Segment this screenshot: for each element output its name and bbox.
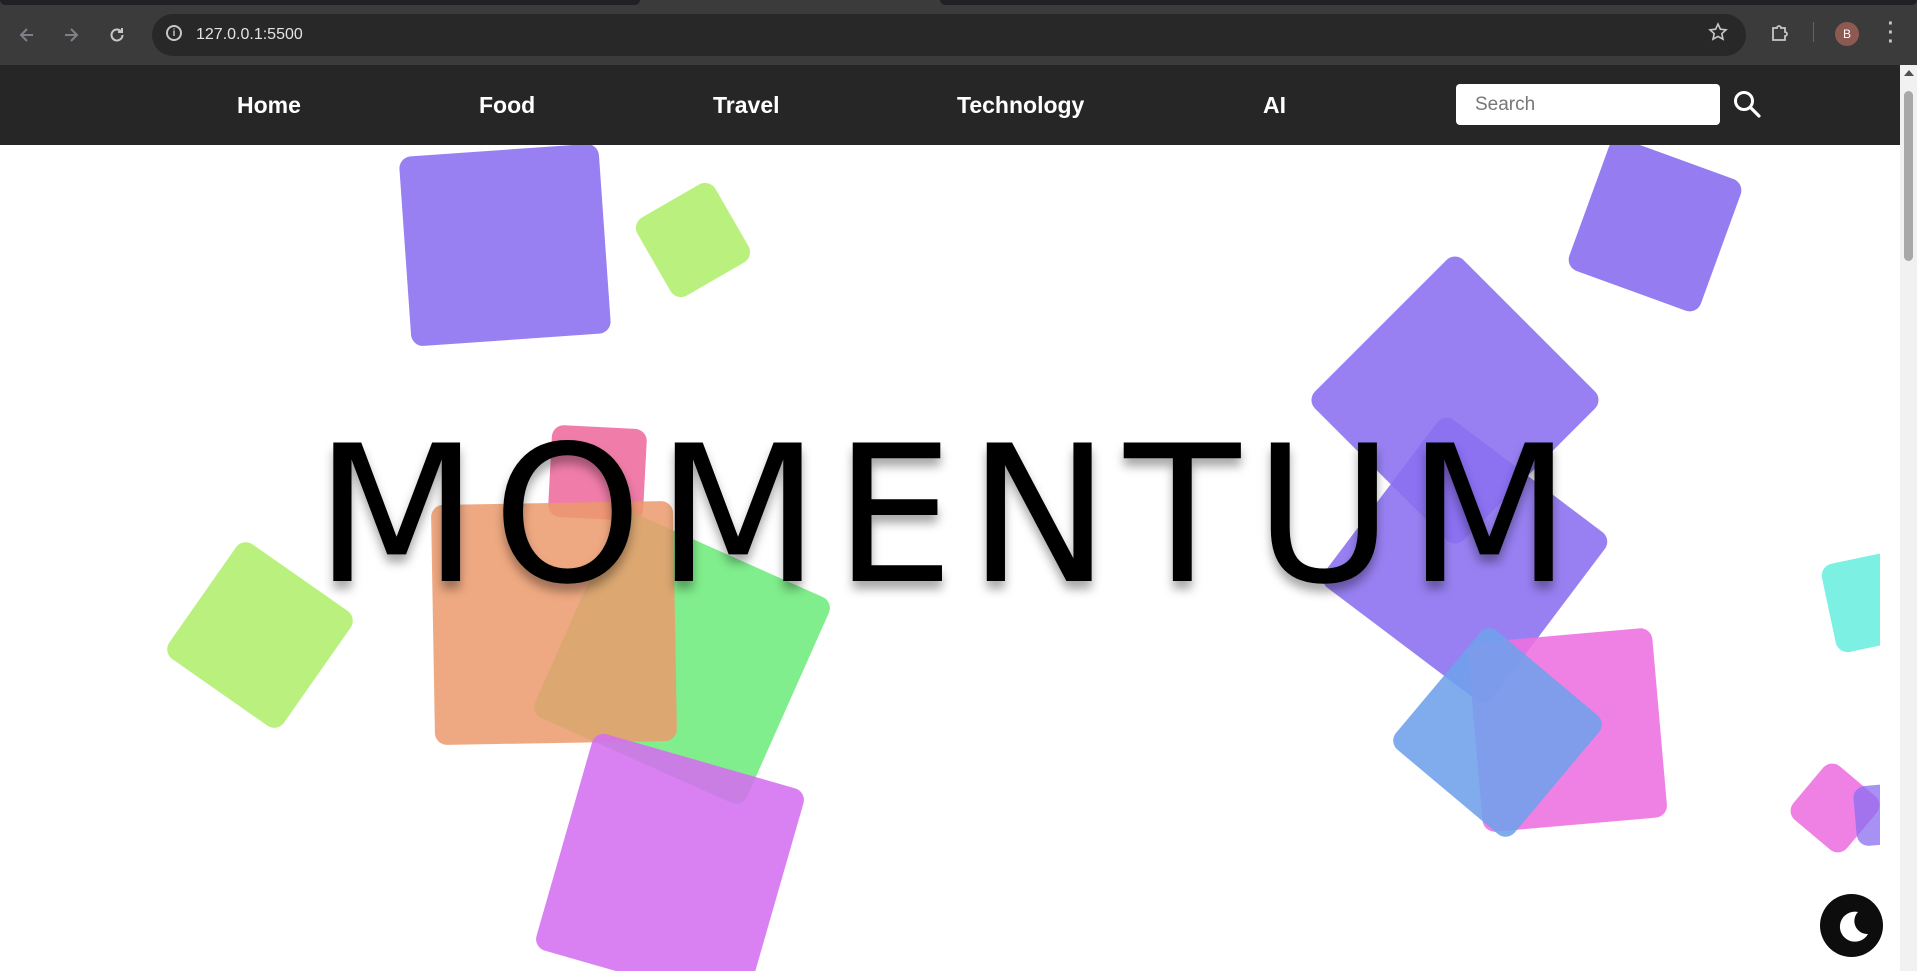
nav-link-technology[interactable]: Technology <box>957 92 1084 119</box>
puzzle-icon[interactable] <box>1769 22 1791 50</box>
nav-link-home[interactable]: Home <box>237 92 301 119</box>
star-icon[interactable] <box>1708 22 1728 48</box>
scroll-thumb[interactable] <box>1904 91 1913 261</box>
decorative-square <box>1852 783 1880 847</box>
decorative-square <box>398 145 612 347</box>
decorative-square <box>1819 549 1880 655</box>
reload-icon[interactable] <box>104 22 130 48</box>
decorative-square <box>533 731 807 971</box>
decorative-square <box>1565 145 1745 315</box>
page-scrollbar[interactable] <box>1900 65 1917 971</box>
browser-toolbar: i 127.0.0.1:5500 <box>0 12 1917 58</box>
tab-strip-edge <box>0 0 640 5</box>
nav-link-travel[interactable]: Travel <box>713 92 780 119</box>
nav-link-food[interactable]: Food <box>479 92 535 119</box>
search-input[interactable] <box>1456 84 1720 125</box>
moon-icon <box>1839 911 1868 942</box>
dark-mode-toggle[interactable] <box>1820 894 1883 957</box>
decorative-square <box>631 178 755 302</box>
browser-chrome: i 127.0.0.1:5500 B · · · <box>0 0 1917 65</box>
arrow-left-icon[interactable] <box>14 22 40 48</box>
info-icon[interactable]: i <box>166 25 182 41</box>
site-navbar: Home Food Travel Technology AI <box>0 65 1900 145</box>
hero-title: MOMENTUM <box>314 405 1586 626</box>
search-icon[interactable] <box>1732 89 1762 119</box>
arrow-right-icon[interactable] <box>58 22 84 48</box>
kebab-menu-icon[interactable]: · · · <box>1886 14 1896 52</box>
scroll-up-icon[interactable] <box>1904 70 1914 76</box>
url-text[interactable]: 127.0.0.1:5500 <box>196 26 303 44</box>
toolbar-divider <box>1813 22 1814 42</box>
nav-link-ai[interactable]: AI <box>1263 92 1286 119</box>
profile-avatar[interactable]: B <box>1835 22 1859 46</box>
tab-strip-edge <box>940 0 1917 5</box>
address-bar[interactable]: i 127.0.0.1:5500 <box>152 14 1746 56</box>
hero-section: MOMENTUM <box>0 145 1880 971</box>
